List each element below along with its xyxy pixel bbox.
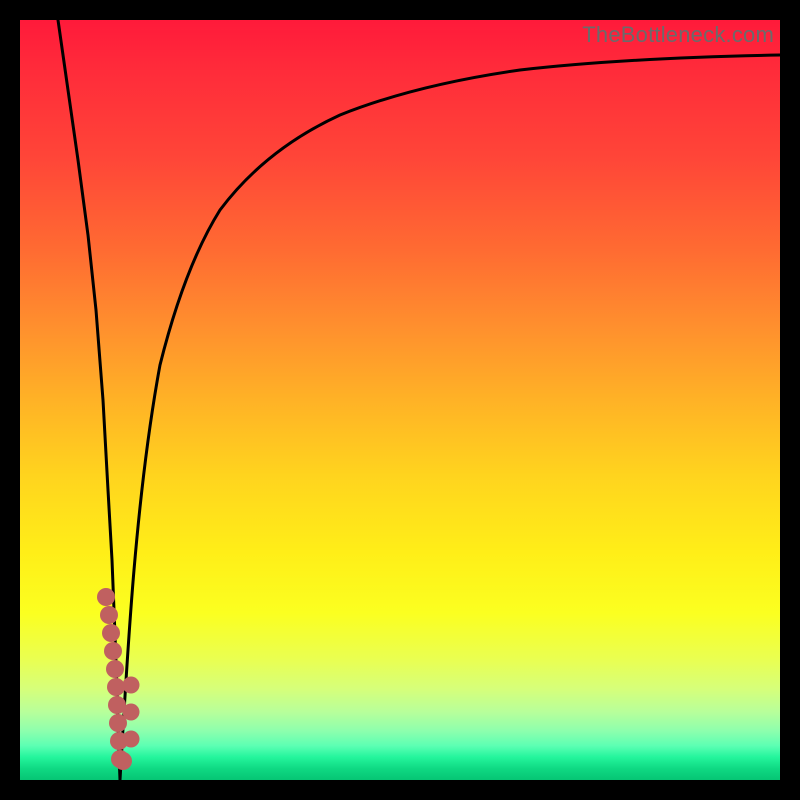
watermark-text: TheBottleneck.com <box>582 22 774 48</box>
bottleneck-curve <box>20 20 780 780</box>
plot-area: TheBottleneck.com <box>20 20 780 780</box>
curve-right-branch <box>120 55 780 780</box>
dot-cluster-right <box>123 677 140 748</box>
chart-frame: TheBottleneck.com <box>0 0 800 800</box>
